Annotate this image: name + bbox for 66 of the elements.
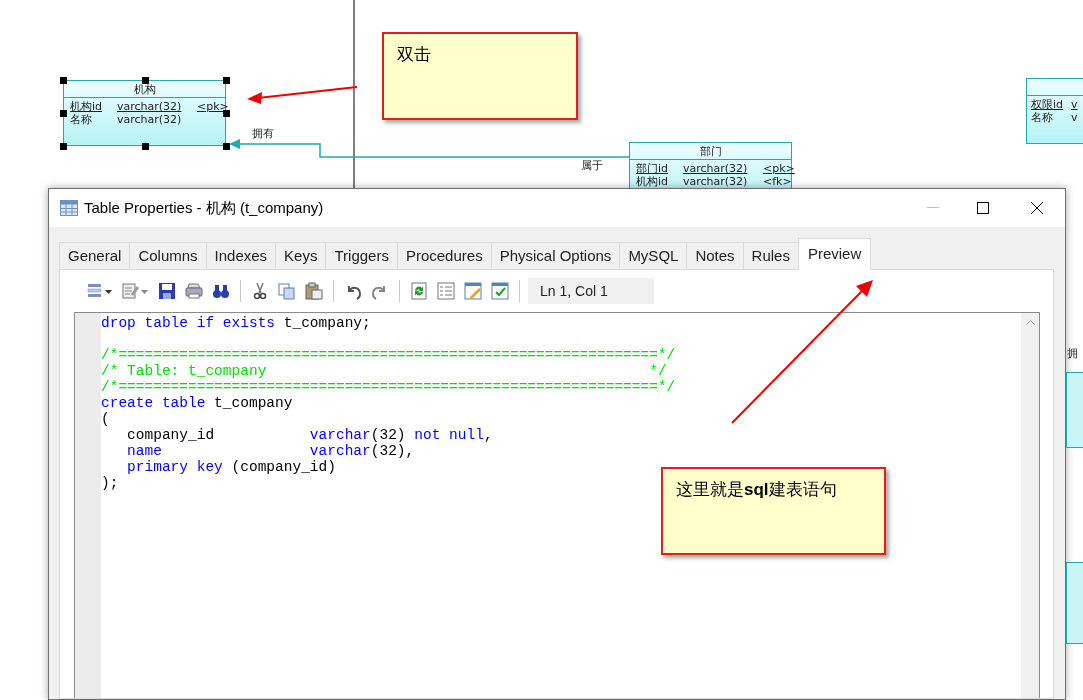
code-line: drop table if exists t_company; — [101, 315, 371, 331]
tab[interactable]: Keys — [275, 242, 326, 269]
tab[interactable]: Preview — [797, 238, 872, 270]
tab[interactable]: Columns — [129, 242, 206, 269]
paste-icon[interactable] — [305, 282, 323, 300]
refresh-icon[interactable] — [410, 282, 428, 300]
checklist-icon[interactable] — [491, 282, 509, 300]
print-icon[interactable] — [185, 282, 203, 300]
entity-title: 机构 — [133, 82, 156, 96]
relationship-label: 拥 — [1067, 347, 1079, 360]
tab[interactable]: Procedures — [396, 242, 491, 269]
code-line: ( — [101, 411, 110, 427]
code-line: name varchar(32), — [126, 443, 415, 459]
code-line: create table t_company — [101, 395, 293, 411]
tab[interactable]: Rules — [742, 242, 798, 269]
selection-handle[interactable] — [60, 110, 67, 117]
code-line: /* Table: t_company */ — [101, 363, 667, 379]
tab[interactable]: Notes — [686, 242, 743, 269]
close-icon[interactable] — [1031, 202, 1043, 214]
attribute-type: varchar(32) — [117, 113, 182, 126]
attribute-name: 名称 — [70, 113, 92, 126]
save-icon[interactable] — [158, 282, 176, 300]
binoculars-icon[interactable] — [212, 282, 230, 300]
callout-text: 双击 — [397, 45, 431, 64]
code-line: primary key (company_id) — [126, 459, 336, 475]
tab[interactable]: Triggers — [325, 242, 397, 269]
maximize-icon[interactable] — [977, 202, 989, 214]
window-title: Table Properties - 机构 (t_company) — [84, 197, 324, 218]
tab[interactable]: Indexes — [205, 242, 276, 269]
tab[interactable]: MySQL — [619, 242, 687, 269]
selection-handle[interactable] — [60, 143, 67, 150]
attribute-name: 名称 — [1031, 111, 1053, 124]
attribute-type: v — [1071, 98, 1078, 111]
attribute-type: varchar(32) — [683, 162, 748, 175]
attribute-name: 机构id — [70, 100, 103, 113]
attribute-type: v — [1071, 111, 1078, 124]
edit-dropdown-icon[interactable] — [122, 282, 149, 300]
callout-text: 这里就是sql建表语句 — [676, 480, 837, 499]
list-dropdown-icon[interactable] — [87, 282, 113, 300]
attribute-type: varchar(32) — [683, 175, 748, 188]
tab[interactable]: Physical Options — [490, 242, 620, 269]
selection-handle[interactable] — [141, 143, 149, 150]
copy-icon[interactable] — [278, 282, 296, 300]
code-line: /*==============================================================*/ — [101, 347, 676, 363]
selection-handle[interactable] — [223, 143, 230, 150]
entity-box[interactable]: 权限id v 名称 v — [1026, 78, 1083, 144]
selection-handle[interactable] — [141, 77, 149, 84]
table-icon — [60, 200, 78, 216]
selection-handle[interactable] — [223, 77, 230, 84]
cursor-position-field: Ln 1, Col 1 — [528, 278, 654, 304]
attribute-type: varchar(32) — [117, 100, 182, 113]
code-line: /*==============================================================*/ — [101, 379, 676, 395]
scroll-up-icon[interactable] — [1025, 319, 1035, 325]
attribute-name: 机构id — [636, 175, 669, 188]
entity-title: 部门 — [699, 144, 722, 158]
attribute-key: <fk> — [763, 175, 792, 188]
edit-icon[interactable] — [464, 282, 482, 300]
selection-handle[interactable] — [60, 77, 67, 84]
attribute-name: 权限id — [1031, 98, 1064, 111]
attribute-name: 部门id — [636, 162, 669, 175]
code-line: ); — [101, 475, 119, 491]
cut-icon[interactable] — [251, 282, 269, 300]
relationship-label: 属于 — [581, 159, 603, 172]
relationship-label: 拥有 — [252, 127, 274, 140]
tab[interactable]: General — [59, 242, 130, 269]
code-line: company_id varchar(32) not null, — [126, 427, 493, 443]
